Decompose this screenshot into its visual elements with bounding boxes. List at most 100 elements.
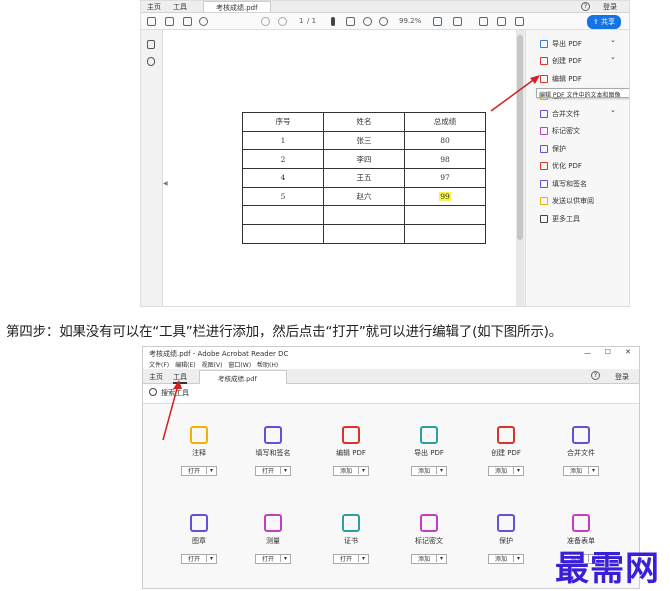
help-icon[interactable]: ? bbox=[581, 2, 590, 11]
tool-action-button[interactable]: 打开 ▾ bbox=[254, 553, 292, 564]
email-icon[interactable] bbox=[183, 17, 192, 26]
prev-page-icon[interactable] bbox=[261, 17, 270, 26]
menu-item[interactable]: 编辑(E) bbox=[175, 362, 195, 369]
tool-label: 创建 PDF bbox=[491, 449, 521, 457]
tool-action-button[interactable]: 打开 ▾ bbox=[180, 553, 218, 564]
tool-icon[interactable] bbox=[497, 426, 515, 444]
fit-page-icon[interactable] bbox=[433, 17, 442, 26]
highlight-icon[interactable] bbox=[497, 17, 506, 26]
dropdown-icon: ▾ bbox=[280, 555, 290, 562]
zoom-in-icon[interactable] bbox=[379, 17, 388, 26]
tab-tools[interactable]: 工具 bbox=[173, 372, 187, 384]
panel-item-icon bbox=[540, 162, 548, 170]
menu-item[interactable]: 视图(V) bbox=[202, 362, 223, 369]
minimize-icon[interactable]: — bbox=[584, 350, 591, 357]
tool-icon[interactable] bbox=[264, 426, 282, 444]
maximize-icon[interactable]: ☐ bbox=[605, 349, 611, 356]
table-cell: 5 bbox=[242, 186, 324, 207]
table-cell bbox=[242, 205, 324, 226]
menu-item[interactable]: 文件(F) bbox=[149, 362, 169, 369]
panel-item-icon bbox=[540, 75, 548, 83]
hand-icon[interactable] bbox=[346, 17, 355, 26]
tool-action-button[interactable]: 打开 ▾ bbox=[254, 465, 292, 476]
tool-icon[interactable] bbox=[190, 426, 208, 444]
chevron-down-icon[interactable]: ⌄ bbox=[610, 53, 616, 61]
attachment-icon[interactable] bbox=[147, 57, 155, 66]
top-tab-bar: 主页 工具 考核成绩.pdf ? 登录 bbox=[141, 1, 629, 13]
tool-icon[interactable] bbox=[190, 514, 208, 532]
collapse-left-icon[interactable]: ◀ bbox=[163, 180, 168, 187]
tool-icon[interactable] bbox=[420, 426, 438, 444]
comment-icon[interactable] bbox=[479, 17, 488, 26]
tool-action-button[interactable]: 添加 ▾ bbox=[332, 465, 370, 476]
tool-icon[interactable] bbox=[572, 514, 590, 532]
tooltip: 编辑 PDF 文件中的文本和图像 bbox=[536, 88, 629, 98]
menu-item[interactable]: 帮助(H) bbox=[257, 362, 278, 369]
tab-home[interactable]: 主页 bbox=[149, 372, 163, 382]
panel-item[interactable]: 合并文件 ⌄ bbox=[540, 106, 616, 120]
panel-item[interactable]: 保护 bbox=[540, 143, 566, 155]
tool-icon[interactable] bbox=[420, 514, 438, 532]
tool-icon[interactable] bbox=[264, 514, 282, 532]
next-page-icon[interactable] bbox=[278, 17, 287, 26]
panel-item[interactable]: 导出 PDF ⌄ bbox=[540, 36, 616, 50]
zoom-out-icon[interactable] bbox=[363, 17, 372, 26]
login-link[interactable]: 登录 bbox=[603, 2, 617, 12]
page-current[interactable]: 1 bbox=[299, 18, 303, 25]
tool-icon[interactable] bbox=[342, 426, 360, 444]
table-cell: 姓名 bbox=[323, 112, 405, 132]
tool-action-button[interactable]: 添加 ▾ bbox=[410, 553, 448, 564]
tool-icon[interactable] bbox=[497, 514, 515, 532]
tab-home[interactable]: 主页 bbox=[147, 2, 161, 12]
table-cell: 总成绩 bbox=[404, 112, 486, 132]
panel-item[interactable]: 编辑 PDF bbox=[540, 73, 582, 85]
tool-action-button[interactable]: 添加 ▾ bbox=[487, 553, 525, 564]
tool-action-button[interactable]: 添加 ▾ bbox=[487, 465, 525, 476]
table-cell: 98 bbox=[404, 149, 486, 170]
zoom-level[interactable]: 99.2% bbox=[399, 18, 421, 25]
tool-action-button[interactable]: 添加 ▾ bbox=[562, 465, 600, 476]
panel-item[interactable]: 发送以供审阅 bbox=[540, 195, 594, 207]
tool-search-input[interactable]: 搜索工具 bbox=[161, 388, 189, 398]
close-icon[interactable]: ✕ bbox=[625, 349, 631, 356]
chevron-down-icon[interactable]: ⌄ bbox=[610, 106, 616, 114]
print-icon[interactable] bbox=[165, 17, 174, 26]
panel-item[interactable]: 创建 PDF ⌄ bbox=[540, 53, 616, 67]
page-thumbnails-icon[interactable] bbox=[147, 40, 155, 49]
tool-action-button[interactable]: 添加 ▾ bbox=[410, 465, 448, 476]
tool-action-button[interactable]: 打开 ▾ bbox=[332, 553, 370, 564]
help-icon[interactable]: ? bbox=[591, 371, 600, 380]
save-icon[interactable] bbox=[147, 17, 156, 26]
menu-item[interactable]: 窗口(W) bbox=[228, 362, 251, 369]
share-button[interactable]: ⇪ 共享 bbox=[586, 15, 621, 29]
cursor-icon[interactable] bbox=[331, 17, 335, 26]
tool-card: 保护添加 ▾ bbox=[476, 514, 536, 565]
table-cell bbox=[404, 224, 486, 244]
dropdown-icon: ▾ bbox=[513, 467, 523, 474]
tool-icon[interactable] bbox=[572, 426, 590, 444]
table-cell: 李四 bbox=[323, 149, 405, 170]
login-link[interactable]: 登录 bbox=[615, 372, 629, 382]
tab-document[interactable]: 考核成绩.pdf bbox=[203, 1, 271, 12]
panel-item[interactable]: 优化 PDF bbox=[540, 160, 582, 172]
chevron-down-icon[interactable]: ⌄ bbox=[610, 36, 616, 44]
table-cell: 99 bbox=[404, 186, 486, 207]
panel-item[interactable]: 更多工具 bbox=[540, 213, 580, 225]
tool-card: 合并文件 添加 ▾ bbox=[551, 426, 611, 477]
scroll-mode-icon[interactable] bbox=[453, 17, 462, 26]
panel-item-label: 填写和签名 bbox=[552, 180, 587, 188]
search-icon[interactable] bbox=[199, 17, 208, 26]
scrollbar-thumb[interactable] bbox=[517, 35, 523, 240]
table-row: 4 王五 97 bbox=[242, 168, 486, 188]
tool-icon[interactable] bbox=[342, 514, 360, 532]
table-row: 5 赵六 99 bbox=[242, 186, 486, 207]
tool-action-button[interactable]: 打开 ▾ bbox=[180, 465, 218, 476]
panel-item[interactable]: 标记密文 bbox=[540, 125, 580, 137]
table-cell bbox=[323, 224, 405, 244]
tab-document[interactable]: 考核成绩.pdf bbox=[199, 370, 287, 384]
panel-item-label: 发送以供审阅 bbox=[552, 197, 594, 205]
tool-label: 保护 bbox=[499, 537, 513, 545]
panel-item[interactable]: 填写和签名 bbox=[540, 178, 587, 190]
sign-icon[interactable] bbox=[515, 17, 524, 26]
tab-tools[interactable]: 工具 bbox=[173, 2, 187, 12]
